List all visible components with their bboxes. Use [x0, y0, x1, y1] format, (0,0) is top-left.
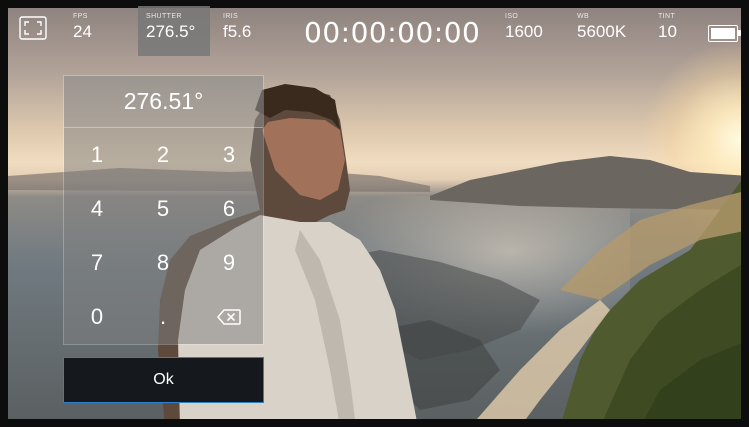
wb-label: WB [577, 13, 590, 20]
key-2[interactable]: 2 [130, 128, 196, 182]
backspace-icon [217, 309, 241, 325]
shutter-label: SHUTTER [146, 13, 182, 20]
iris-control[interactable]: IRIS f5.6 [223, 6, 251, 56]
iso-label: ISO [505, 13, 519, 20]
key-9[interactable]: 9 [196, 236, 262, 290]
fullscreen-button[interactable] [19, 16, 47, 40]
key-decimal[interactable]: . [130, 290, 196, 344]
key-3[interactable]: 3 [196, 128, 262, 182]
status-bar: FPS 24 SHUTTER 276.5° IRIS f5.6 00:00:00… [8, 6, 741, 56]
fullscreen-icon [19, 16, 47, 44]
shutter-control[interactable]: SHUTTER 276.5° [138, 6, 210, 56]
keypad-display: 276.51° [64, 76, 263, 128]
key-6[interactable]: 6 [196, 182, 262, 236]
fps-control[interactable]: FPS 24 [73, 6, 92, 56]
tint-value: 10 [658, 22, 677, 41]
timecode[interactable]: 00:00:00:00 [304, 16, 480, 49]
backspace-button[interactable] [196, 290, 262, 344]
key-8[interactable]: 8 [130, 236, 196, 290]
tint-label: TINT [658, 13, 676, 20]
ok-button[interactable]: Ok [63, 357, 264, 403]
fps-label: FPS [73, 13, 88, 20]
wb-control[interactable]: WB 5600K [577, 6, 626, 56]
iris-label: IRIS [223, 13, 239, 20]
shutter-value: 276.5° [146, 22, 196, 41]
key-1[interactable]: 1 [64, 128, 130, 182]
keypad-display-value: 276.51° [123, 88, 204, 114]
key-0[interactable]: 0 [64, 290, 130, 344]
wb-value: 5600K [577, 22, 627, 41]
shutter-keypad: 276.51° 1 2 3 4 5 6 7 8 9 0 . [63, 75, 264, 345]
battery-icon [708, 25, 741, 42]
key-5[interactable]: 5 [130, 182, 196, 236]
fps-value: 24 [73, 22, 92, 41]
iris-value: f5.6 [223, 22, 252, 41]
iso-control[interactable]: ISO 1600 [505, 6, 543, 56]
key-4[interactable]: 4 [64, 182, 130, 236]
keypad-grid: 1 2 3 4 5 6 7 8 9 0 . [64, 128, 263, 344]
tint-control[interactable]: TINT 10 [658, 6, 677, 56]
key-7[interactable]: 7 [64, 236, 130, 290]
iso-value: 1600 [505, 22, 543, 41]
